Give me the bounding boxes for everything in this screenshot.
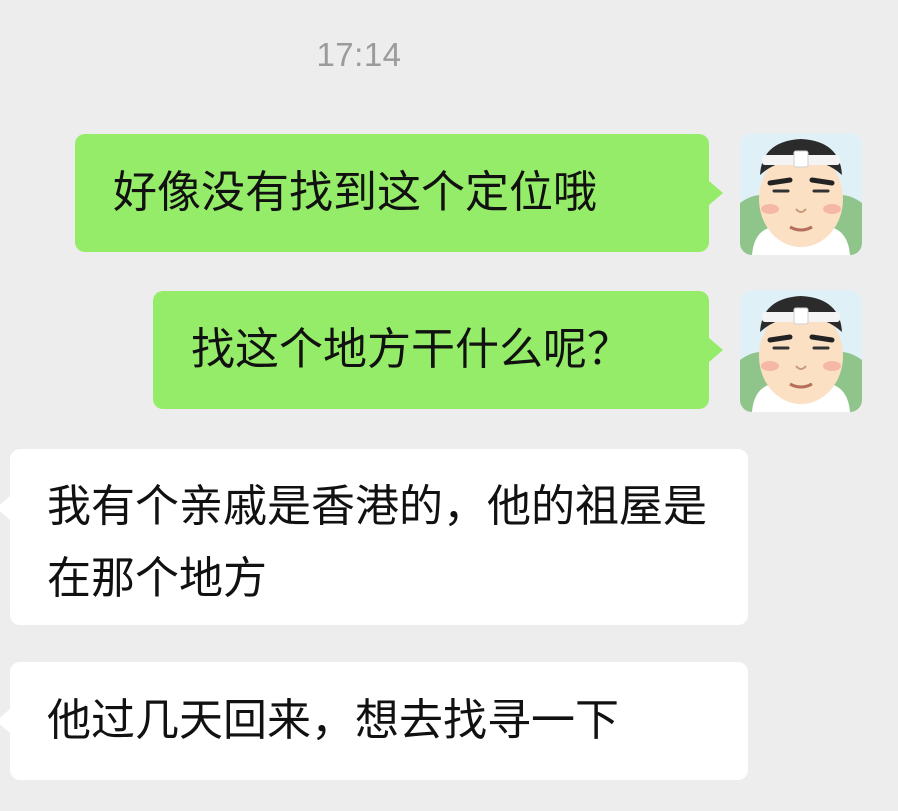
outgoing-message-bubble[interactable]: 好像没有找到这个定位哦 [75,134,723,252]
cartoon-man-avatar[interactable] [740,290,862,412]
cartoon-man-avatar[interactable] [740,133,862,255]
incoming-message-bubble[interactable]: 我有个亲戚是香港的，他的祖屋是在那个地方 [0,449,748,625]
incoming-message-bubble[interactable]: 他过几天回来，想去找寻一下 [0,662,748,780]
outgoing-message-bubble[interactable]: 找这个地方干什么呢？ [153,291,723,409]
message-timestamp: 17:14 [316,36,402,73]
